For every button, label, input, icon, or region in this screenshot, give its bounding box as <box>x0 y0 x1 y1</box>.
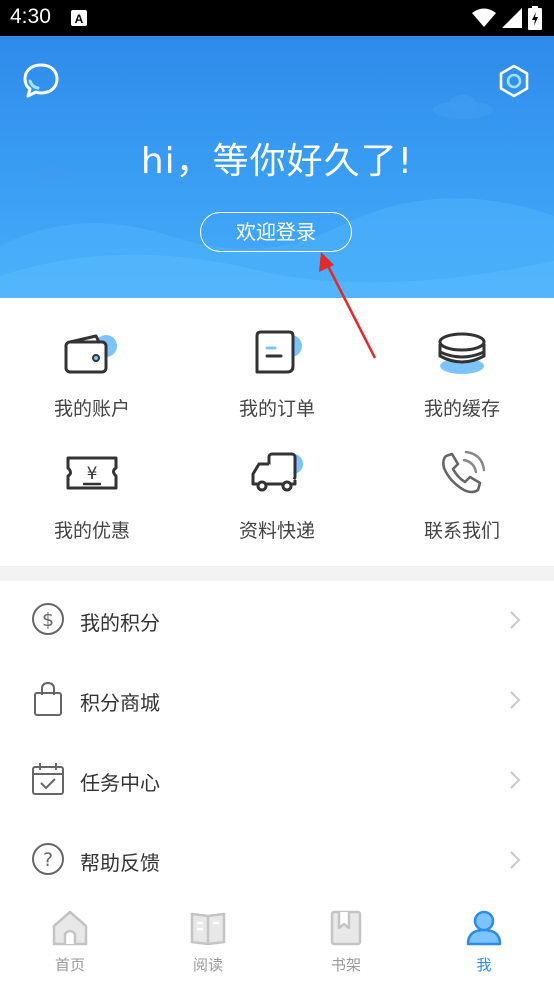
tab-label: 书架 <box>330 956 361 974</box>
bookshelf-icon <box>330 910 362 946</box>
list-item-points[interactable]: $ 我的积分 <box>0 581 554 661</box>
svg-text:?: ? <box>43 849 53 871</box>
home-icon <box>52 910 88 946</box>
grid-label: 我的账户 <box>53 398 130 420</box>
shopping-bag-icon <box>34 681 62 716</box>
tab-label: 我 <box>476 956 492 974</box>
tab-home[interactable]: 首页 <box>0 900 140 984</box>
grid-item-coupons[interactable]: ¥ 我的优惠 <box>0 420 184 542</box>
grid-label: 我的订单 <box>238 398 315 420</box>
status-bar: 4:30 A <box>0 0 554 36</box>
list-item-help[interactable]: ? 帮助反馈 <box>0 821 554 901</box>
grid-item-cache[interactable]: 我的缓存 <box>370 298 554 420</box>
tab-bookshelf[interactable]: 书架 <box>276 900 416 984</box>
list-label: 任务中心 <box>80 771 160 795</box>
svg-text:¥: ¥ <box>87 464 98 484</box>
tab-me[interactable]: 我 <box>414 900 554 984</box>
list-label: 我的积分 <box>80 611 160 635</box>
list-item-tasks[interactable]: 任务中心 <box>0 741 554 821</box>
chevron-right-icon <box>510 691 521 709</box>
wifi-icon <box>472 8 496 27</box>
list-item-store[interactable]: 积分商城 <box>0 661 554 741</box>
section-divider <box>0 566 554 581</box>
tab-label: 首页 <box>54 956 85 974</box>
grid-label: 联系我们 <box>423 520 500 542</box>
order-icon <box>255 330 302 374</box>
cache-icon <box>438 332 486 374</box>
profile-icon <box>466 910 502 946</box>
login-button[interactable]: 欢迎登录 <box>200 212 352 252</box>
status-time: 4:30 <box>10 5 51 28</box>
help-icon: ? <box>32 843 64 875</box>
grid-label: 我的优惠 <box>53 520 130 542</box>
grid-label: 我的缓存 <box>423 398 500 420</box>
chevron-right-icon <box>510 851 521 869</box>
grid-item-account[interactable]: 我的账户 <box>0 298 184 420</box>
read-icon <box>190 912 226 946</box>
grid-item-orders[interactable]: 我的订单 <box>185 298 369 420</box>
signal-icon <box>502 8 522 28</box>
tab-label: 阅读 <box>192 956 223 974</box>
list-label: 帮助反馈 <box>80 851 160 875</box>
task-calendar-icon <box>32 763 64 795</box>
svg-text:$: $ <box>42 609 54 631</box>
feature-grid: 我的账户 我的订单 我的缓存 ¥ 我的优惠 资料快递 联系我们 <box>0 298 554 566</box>
profile-header: hi，等你好久了! 欢迎登录 <box>0 36 554 298</box>
wallet-icon <box>64 334 117 374</box>
grid-item-express[interactable]: 资料快递 <box>185 420 369 542</box>
bottom-tab-bar: 首页 阅读 书架 我 <box>0 900 554 984</box>
list-label: 积分商城 <box>80 691 160 715</box>
coupon-icon: ¥ <box>66 456 118 490</box>
grid-item-contact[interactable]: 联系我们 <box>370 420 554 542</box>
notification-a-icon: A <box>71 10 87 26</box>
phone-icon <box>442 450 486 494</box>
a-letter: A <box>75 12 84 26</box>
points-icon: $ <box>32 603 64 635</box>
battery-icon <box>528 6 542 30</box>
tab-read[interactable]: 阅读 <box>138 900 278 984</box>
message-icon[interactable] <box>22 61 60 99</box>
settings-icon[interactable] <box>496 63 532 99</box>
greeting-text: hi，等你好久了! <box>140 141 414 182</box>
grid-label: 资料快递 <box>238 520 315 542</box>
chevron-right-icon <box>510 611 521 629</box>
chevron-right-icon <box>510 771 521 789</box>
truck-icon <box>251 452 303 492</box>
